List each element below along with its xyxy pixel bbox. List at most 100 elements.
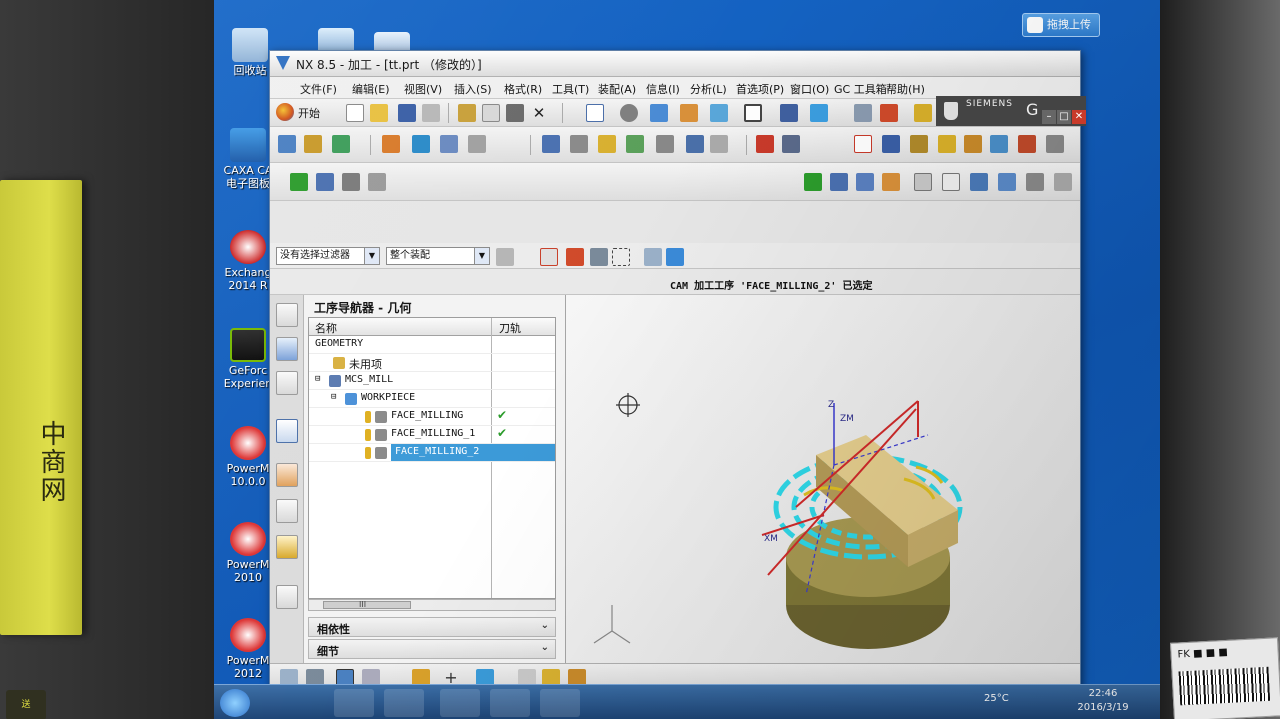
document-icon[interactable] <box>942 173 960 191</box>
web-browser-icon[interactable] <box>276 585 298 609</box>
desktop-icon-caxa[interactable]: CAXA CA 电子图板 <box>220 128 276 190</box>
snap-point-icon[interactable] <box>540 248 558 266</box>
tree-row-unused[interactable]: 未用项 <box>309 354 555 372</box>
report-icon[interactable] <box>1018 135 1036 153</box>
check-ok-icon[interactable] <box>804 173 822 191</box>
menu-information[interactable]: 信息(I) <box>646 81 680 97</box>
cursor-icon[interactable] <box>782 135 800 153</box>
shop-doc-icon[interactable] <box>570 135 588 153</box>
assembly-navigator-icon[interactable] <box>276 303 298 327</box>
delete-object-icon[interactable] <box>1026 173 1044 191</box>
dependencies-panel[interactable]: 相依性 ⌄ <box>308 617 556 637</box>
layer-icon[interactable] <box>710 104 728 122</box>
menu-insert[interactable]: 插入(S) <box>454 81 492 97</box>
batch-icon[interactable] <box>598 135 616 153</box>
fit-view-icon[interactable] <box>586 104 604 122</box>
column-name-header[interactable]: 名称 <box>315 320 337 336</box>
operation-navigator-icon[interactable] <box>276 419 298 443</box>
desktop-icon-exchange[interactable]: Exchang 2014 R <box>220 230 276 292</box>
create-geometry-icon[interactable] <box>332 135 350 153</box>
attribute-icon[interactable] <box>990 135 1008 153</box>
menu-window[interactable]: 窗口(O) <box>790 81 829 97</box>
lamp-icon[interactable] <box>938 135 956 153</box>
title-bar[interactable]: NX 8.5 - 加工 - [tt.prt （修改的）] <box>270 51 1080 77</box>
upload-button[interactable]: 拖拽上传 <box>1022 13 1100 37</box>
machine-tool-icon[interactable] <box>854 104 872 122</box>
simulate-icon[interactable] <box>468 135 486 153</box>
body-icon[interactable] <box>666 248 684 266</box>
operation-icon[interactable] <box>856 173 874 191</box>
close-button[interactable]: ✕ <box>1072 110 1086 124</box>
desktop-icon-powermill-2012[interactable]: PowerM 2012 <box>220 618 276 680</box>
menu-help[interactable]: 帮助(H) <box>886 81 925 97</box>
curve-rule-icon[interactable] <box>590 248 608 266</box>
edit-parameter-icon[interactable] <box>830 173 848 191</box>
menu-file[interactable]: 文件(F) <box>300 81 337 97</box>
desktop-icon-powermill-2010[interactable]: PowerM 2010 <box>220 522 276 584</box>
open-folder-icon[interactable] <box>370 104 388 122</box>
inference-icon[interactable] <box>566 248 584 266</box>
info-icon[interactable] <box>1054 173 1072 191</box>
type-filter-select[interactable]: 没有选择过滤器 ▼ <box>276 247 380 265</box>
replay-path-icon[interactable] <box>412 135 430 153</box>
mcs-icon[interactable] <box>854 135 872 153</box>
background-icon[interactable] <box>744 104 762 122</box>
menu-edit[interactable]: 编辑(E) <box>352 81 390 97</box>
postprocess-icon[interactable] <box>542 135 560 153</box>
tree-row-face-milling-2[interactable]: FACE_MILLING_2 <box>309 444 555 462</box>
scroll-thumb[interactable] <box>323 601 411 609</box>
filter-options-icon[interactable] <box>496 248 514 266</box>
rotate-icon[interactable] <box>620 104 638 122</box>
snap-icon[interactable] <box>914 104 932 122</box>
print-icon[interactable] <box>422 104 440 122</box>
tree-row-face-milling[interactable]: FACE_MILLING ✔ <box>309 408 555 426</box>
column-path-header[interactable]: 刀轨 <box>499 320 521 336</box>
dialog-icon[interactable] <box>914 173 932 191</box>
menu-preferences[interactable]: 首选项(P) <box>736 81 784 97</box>
list-path-icon[interactable] <box>710 135 728 153</box>
collapse-icon[interactable]: ⊟ <box>315 374 320 384</box>
ipw-icon[interactable] <box>656 135 674 153</box>
workpiece-icon[interactable] <box>882 135 900 153</box>
desktop-icon-powermill-10[interactable]: PowerM 10.0.0 <box>220 426 276 488</box>
minimize-button[interactable]: – <box>1042 110 1056 124</box>
reuse-library-icon[interactable] <box>276 499 298 523</box>
output-cls-icon[interactable] <box>626 135 644 153</box>
generate-path-icon[interactable] <box>382 135 400 153</box>
part-navigator-icon[interactable] <box>276 371 298 395</box>
tree-row-workpiece[interactable]: ⊟ WORKPIECE <box>309 390 555 408</box>
tool-path-icon[interactable] <box>368 173 386 191</box>
horizontal-scrollbar[interactable]: III <box>308 599 556 611</box>
section-view-icon[interactable] <box>780 104 798 122</box>
tray-clock[interactable]: 22:46 2016/3/19 <box>1068 687 1138 715</box>
menu-analysis[interactable]: 分析(L) <box>690 81 727 97</box>
option-icon[interactable] <box>1046 135 1064 153</box>
tool-holder-icon[interactable] <box>910 135 928 153</box>
taskbar-app-icon[interactable] <box>440 689 480 717</box>
edit-object-icon[interactable] <box>316 173 334 191</box>
taskbar-app-icon[interactable] <box>384 689 424 717</box>
history-icon[interactable] <box>276 535 298 559</box>
orient-view-icon[interactable] <box>680 104 698 122</box>
taskbar-app-icon[interactable] <box>334 689 374 717</box>
box-select-icon[interactable] <box>612 248 630 266</box>
graphics-window[interactable]: Z ZM XM <box>566 295 1080 663</box>
menu-gc-toolbox[interactable]: GC 工具箱 <box>834 81 887 97</box>
start-button[interactable]: 开始 <box>276 102 336 122</box>
cut-icon[interactable] <box>458 104 476 122</box>
verify-path-icon[interactable] <box>440 135 458 153</box>
gouge-check-icon[interactable] <box>686 135 704 153</box>
menu-format[interactable]: 格式(R) <box>504 81 542 97</box>
select-arrow-icon[interactable] <box>756 135 774 153</box>
constraint-navigator-icon[interactable] <box>276 337 298 361</box>
collapse-icon[interactable]: ⊟ <box>331 392 336 402</box>
tree-row-geometry[interactable]: GEOMETRY <box>309 336 555 354</box>
menu-assembly[interactable]: 装配(A) <box>598 81 636 97</box>
menu-view[interactable]: 视图(V) <box>404 81 442 97</box>
measure-icon[interactable] <box>880 104 898 122</box>
desktop-icon-geforce[interactable]: GeForc Experien <box>220 328 276 390</box>
start-orb-icon[interactable] <box>220 689 250 717</box>
create-tool-icon[interactable] <box>304 135 322 153</box>
machine-navigator-icon[interactable] <box>276 463 298 487</box>
check-path-icon[interactable] <box>290 173 308 191</box>
